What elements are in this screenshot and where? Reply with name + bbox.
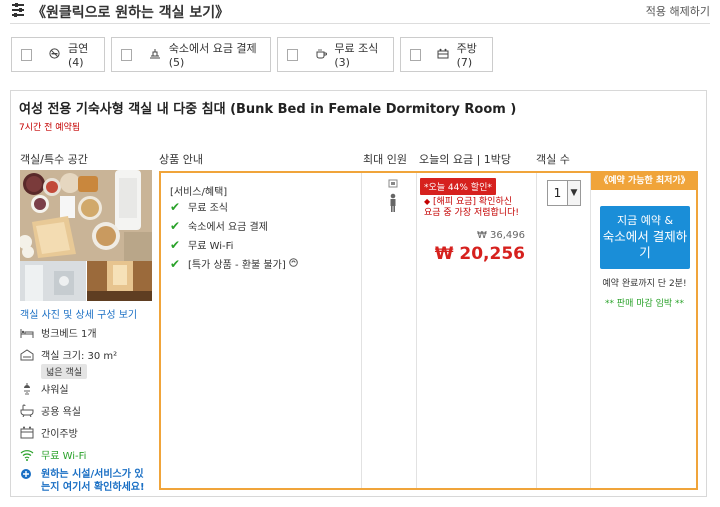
- lowest-rate-banner: 《예약 가능한 최저가》: [591, 173, 698, 190]
- checkmark-icon: ✔: [170, 218, 181, 233]
- help-link-line: 는지 여기서 확인하세요!: [41, 482, 145, 493]
- tag-icon: ◆: [424, 197, 431, 206]
- coffee-icon: [314, 48, 327, 62]
- column-divider: [536, 173, 537, 488]
- room-photo-bathroom[interactable]: [20, 261, 86, 301]
- service-label: 숙소에서 요금 결제: [188, 222, 268, 233]
- reset-filters-link[interactable]: 적용 해제하기: [646, 3, 710, 19]
- bed-icon: [20, 326, 34, 340]
- happy-rate-notice: ◆ [해피 요금] 확인하신 요금 중 가장 저렴합니다!: [424, 196, 519, 219]
- page-title: 《원클릭으로 원하는 객실 보기》: [32, 5, 230, 21]
- amenity-label: 샤워실: [41, 385, 69, 396]
- service-item: ✔ 무료 조식: [170, 199, 228, 215]
- shower-icon: [20, 382, 34, 396]
- book-button-line: 지금 예약 &: [616, 214, 674, 227]
- room-photos-link[interactable]: 객실 사진 및 상세 구성 보기: [20, 306, 137, 321]
- checkmark-icon: ✔: [170, 256, 181, 271]
- column-header-product-info: 상품 안내: [159, 153, 203, 166]
- service-label: [특가 상품 - 환불 불가]: [188, 260, 286, 271]
- book-now-button[interactable]: 지금 예약 & 숙소에서 결제하 기: [600, 206, 690, 269]
- original-price: ₩ 36,496: [476, 230, 525, 241]
- page-header: 《원클릭으로 원하는 객실 보기》 적용 해제하기: [10, 0, 710, 24]
- filter-checkbox[interactable]: [21, 48, 33, 61]
- spacious-room-tag: 넓은 객실: [41, 364, 87, 379]
- room-panel: 여성 전용 기숙사형 객실 내 다중 침대 (Bunk Bed in Femal…: [10, 90, 707, 497]
- service-label: 무료 Wi-Fi: [188, 241, 234, 252]
- amenity-item: 벙크베드 1개: [20, 325, 97, 340]
- book-button-line: 숙소에서 결제하: [602, 229, 688, 244]
- deal-line: [해피 요금] 확인하신: [433, 197, 513, 207]
- filter-settings-icon: [12, 3, 24, 17]
- sale-price: ₩ 20,256: [434, 244, 525, 264]
- deal-line: 요금 중 가장 저렴합니다!: [424, 208, 519, 218]
- wifi-icon: [20, 448, 34, 462]
- help-link-line: 원하는 시설/서비스가 있: [41, 469, 144, 480]
- column-header-max-guests: 최대 인원: [363, 153, 407, 166]
- column-header-rooms: 객실 수: [536, 153, 570, 166]
- info-icon[interactable]: [288, 257, 298, 270]
- room-photo-main[interactable]: [20, 170, 152, 261]
- services-header: [서비스/혜택]: [170, 187, 228, 198]
- bathroom-icon: [20, 404, 34, 418]
- filter-free-breakfast[interactable]: 무료 조식 (3): [277, 37, 394, 72]
- kitchenette-icon: [20, 426, 34, 440]
- amenity-item: 간이주방: [20, 425, 78, 440]
- room-size-icon: [20, 348, 34, 362]
- column-divider: [416, 173, 417, 488]
- column-divider: [590, 173, 591, 488]
- amenity-help-link[interactable]: 원하는 시설/서비스가 있 는지 여기서 확인하세요!: [20, 468, 145, 494]
- service-label: 무료 조식: [188, 203, 228, 214]
- service-item: ✔ 무료 Wi-Fi: [170, 237, 234, 253]
- service-item: ✔ 숙소에서 요금 결제: [170, 218, 268, 234]
- plus-circle-icon: [20, 468, 34, 494]
- amenity-label: 무료 Wi-Fi: [41, 451, 87, 462]
- fast-booking-note: 예약 완료까지 단 2분!: [602, 279, 687, 289]
- checkmark-icon: ✔: [170, 237, 181, 252]
- chevron-down-icon[interactable]: ▼: [567, 181, 580, 205]
- filter-checkbox[interactable]: [121, 48, 133, 61]
- room-quantity-select[interactable]: 1 ▼: [547, 180, 581, 206]
- amenity-label: 객실 크기: 30 m²: [41, 351, 118, 362]
- filter-label: 무료 조식 (3): [334, 42, 379, 69]
- filter-checkbox[interactable]: [287, 48, 299, 61]
- filter-label: 숙소에서 요금 결제 (5): [168, 42, 257, 69]
- recently-booked-notice: 7시간 전 예약됨: [19, 123, 81, 133]
- checkmark-icon: ✔: [170, 199, 181, 214]
- guest-capacity-icons: [387, 179, 399, 218]
- filter-checkbox[interactable]: [410, 48, 421, 61]
- filter-label: 주방 (7): [456, 42, 477, 69]
- kitchen-icon: [437, 48, 450, 62]
- amenity-label: 벙크베드 1개: [41, 329, 97, 340]
- amenity-item: 무료 Wi-Fi: [20, 447, 86, 462]
- pay-at-property-icon: [148, 48, 161, 62]
- amenity-label: 간이주방: [41, 429, 78, 440]
- no-smoking-icon: [48, 47, 61, 62]
- amenity-item: 공용 욕실: [20, 403, 81, 418]
- column-header-today-rate: 오늘의 요금 | 1박당: [419, 153, 512, 166]
- filter-kitchen[interactable]: 주방 (7): [400, 37, 493, 72]
- service-item: ✔ [특가 상품 - 환불 불가]: [170, 256, 298, 271]
- discount-badge: *오늘 44% 할인*: [420, 178, 496, 195]
- amenity-label: 공용 욕실: [41, 407, 81, 418]
- filter-no-smoking[interactable]: 금연 (4): [11, 37, 105, 72]
- filter-pay-at-property[interactable]: 숙소에서 요금 결제 (5): [111, 37, 271, 72]
- column-divider: [361, 173, 362, 488]
- room-offer-box: [서비스/혜택] ✔ 무료 조식 ✔ 숙소에서 요금 결제 ✔ 무료 Wi-Fi…: [159, 171, 698, 490]
- book-button-line: 기: [639, 245, 651, 260]
- filter-label: 금연 (4): [67, 42, 89, 69]
- quantity-value: 1: [553, 186, 562, 200]
- amenity-item: 객실 크기: 30 m²: [20, 347, 117, 362]
- selling-out-notice: ** 판매 마감 임박 **: [604, 299, 685, 309]
- column-header-room-type: 객실/특수 공간: [20, 153, 88, 166]
- room-title: 여성 전용 기숙사형 객실 내 다중 침대 (Bunk Bed in Femal…: [19, 102, 517, 117]
- amenity-item: 샤워실: [20, 381, 69, 396]
- room-photo-hallway[interactable]: [87, 261, 152, 301]
